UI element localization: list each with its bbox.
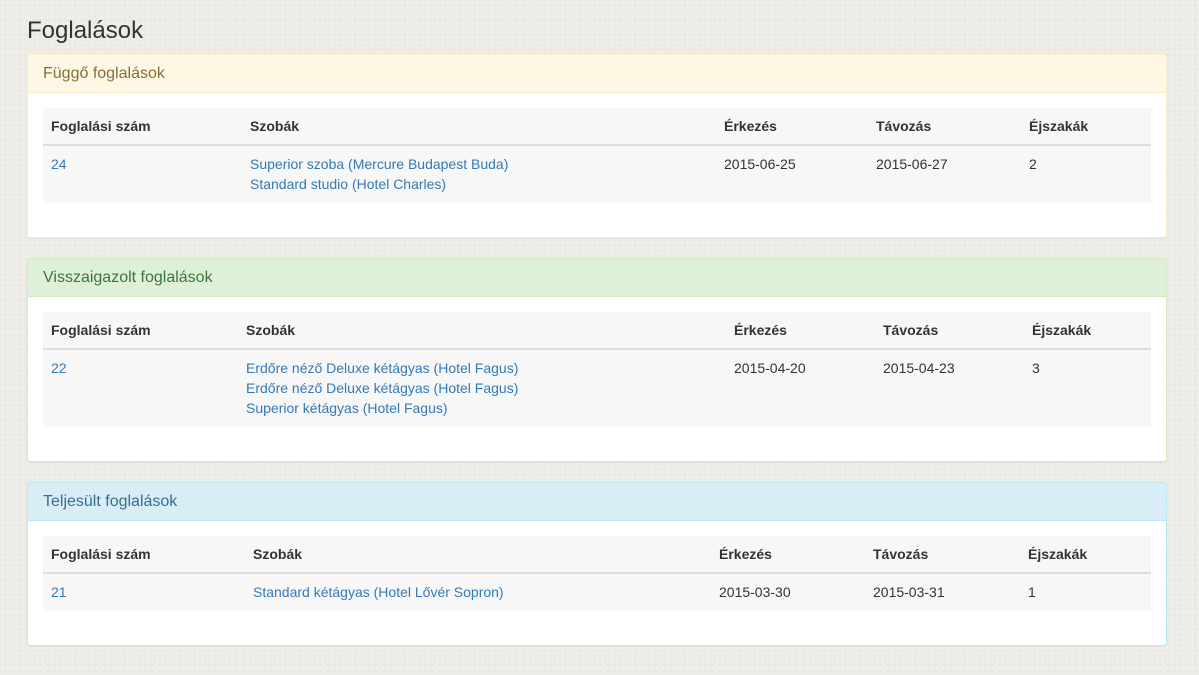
room-link[interactable]: Standard studio (Hotel Charles) bbox=[250, 174, 708, 194]
departure-cell: 2015-06-27 bbox=[876, 156, 948, 172]
column-header-booking-number: Foglalási szám bbox=[43, 312, 238, 350]
room-link[interactable]: Superior kétágyas (Hotel Fagus) bbox=[246, 398, 718, 418]
arrival-cell: 2015-03-30 bbox=[719, 584, 791, 600]
column-header-rooms: Szobák bbox=[245, 536, 711, 574]
room-link[interactable]: Erdőre néző Deluxe kétágyas (Hotel Fagus… bbox=[246, 378, 718, 398]
rooms-cell: Erdőre néző Deluxe kétágyas (Hotel Fagus… bbox=[238, 349, 726, 427]
booking-number-cell: 21 bbox=[43, 573, 245, 611]
booking-number-link[interactable]: 21 bbox=[51, 584, 67, 600]
arrival-cell: 2015-04-20 bbox=[734, 360, 806, 376]
completed-bookings-body: Foglalási szám Szobák Érkezés Távozás Éj… bbox=[28, 521, 1166, 611]
room-link[interactable]: Superior szoba (Mercure Budapest Buda) bbox=[250, 154, 708, 174]
table-header-row: Foglalási szám Szobák Érkezés Távozás Éj… bbox=[43, 312, 1151, 350]
arrival-cell: 2015-06-25 bbox=[724, 156, 796, 172]
completed-bookings-heading: Teljesült foglalások bbox=[28, 483, 1166, 521]
room-link[interactable]: Standard kétágyas (Hotel Lővér Sopron) bbox=[253, 582, 703, 602]
rooms-cell: Standard kétágyas (Hotel Lővér Sopron) bbox=[245, 573, 711, 611]
column-header-booking-number: Foglalási szám bbox=[43, 536, 245, 574]
room-link[interactable]: Erdőre néző Deluxe kétágyas (Hotel Fagus… bbox=[246, 358, 718, 378]
departure-cell: 2015-03-31 bbox=[873, 584, 945, 600]
booking-number-link[interactable]: 22 bbox=[51, 360, 67, 376]
rooms-cell: Superior szoba (Mercure Budapest Buda) S… bbox=[242, 145, 716, 203]
booking-number-link[interactable]: 24 bbox=[51, 156, 67, 172]
booking-number-cell: 24 bbox=[43, 145, 242, 203]
table-row: 21 Standard kétágyas (Hotel Lővér Sopron… bbox=[43, 573, 1151, 611]
column-header-departure: Távozás bbox=[875, 312, 1024, 350]
table-row: 22 Erdőre néző Deluxe kétágyas (Hotel Fa… bbox=[43, 349, 1151, 427]
pending-bookings-heading: Függő foglalások bbox=[28, 55, 1166, 93]
column-header-arrival: Érkezés bbox=[711, 536, 865, 574]
nights-cell: 3 bbox=[1032, 360, 1040, 376]
confirmed-bookings-panel: Visszaigazolt foglalások Foglalási szám … bbox=[27, 258, 1167, 462]
nights-cell: 2 bbox=[1029, 156, 1037, 172]
confirmed-bookings-body: Foglalási szám Szobák Érkezés Távozás Éj… bbox=[28, 297, 1166, 427]
column-header-departure: Távozás bbox=[868, 108, 1021, 146]
column-header-nights: Éjszakák bbox=[1020, 536, 1151, 574]
completed-bookings-panel: Teljesült foglalások Foglalási szám Szob… bbox=[27, 482, 1167, 646]
column-header-arrival: Érkezés bbox=[716, 108, 868, 146]
confirmed-bookings-table: Foglalási szám Szobák Érkezés Távozás Éj… bbox=[43, 312, 1151, 427]
completed-bookings-table: Foglalási szám Szobák Érkezés Távozás Éj… bbox=[43, 536, 1151, 611]
nights-cell: 1 bbox=[1028, 584, 1036, 600]
table-header-row: Foglalási szám Szobák Érkezés Távozás Éj… bbox=[43, 108, 1151, 146]
pending-bookings-body: Foglalási szám Szobák Érkezés Távozás Éj… bbox=[28, 93, 1166, 203]
pending-bookings-panel: Függő foglalások Foglalási szám Szobák É… bbox=[27, 54, 1167, 238]
departure-cell: 2015-04-23 bbox=[883, 360, 955, 376]
table-header-row: Foglalási szám Szobák Érkezés Távozás Éj… bbox=[43, 536, 1151, 574]
column-header-booking-number: Foglalási szám bbox=[43, 108, 242, 146]
pending-bookings-table: Foglalási szám Szobák Érkezés Távozás Éj… bbox=[43, 108, 1151, 203]
column-header-rooms: Szobák bbox=[238, 312, 726, 350]
table-row: 24 Superior szoba (Mercure Budapest Buda… bbox=[43, 145, 1151, 203]
confirmed-bookings-heading: Visszaigazolt foglalások bbox=[28, 259, 1166, 297]
column-header-nights: Éjszakák bbox=[1024, 312, 1151, 350]
booking-number-cell: 22 bbox=[43, 349, 238, 427]
page-title: Foglalások bbox=[27, 17, 144, 44]
column-header-arrival: Érkezés bbox=[726, 312, 875, 350]
column-header-nights: Éjszakák bbox=[1021, 108, 1151, 146]
column-header-rooms: Szobák bbox=[242, 108, 716, 146]
column-header-departure: Távozás bbox=[865, 536, 1020, 574]
